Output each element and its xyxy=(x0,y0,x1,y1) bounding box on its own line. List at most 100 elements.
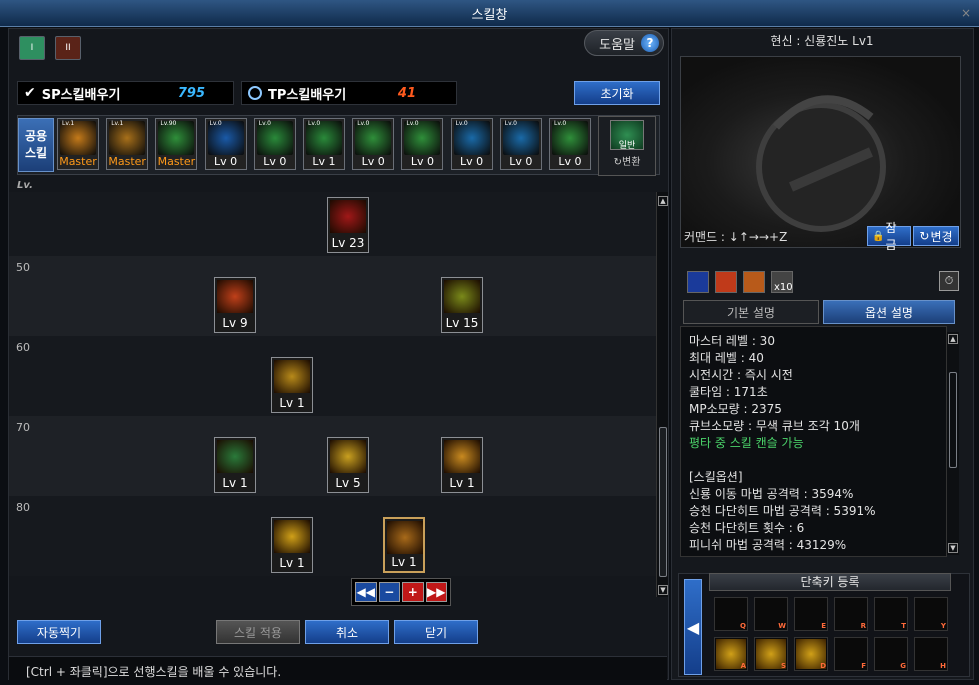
hotkey-slot[interactable]: F xyxy=(834,637,868,671)
description-scrollbar[interactable]: ▲ ▼ xyxy=(947,332,959,555)
scroll-up-icon[interactable]: ▲ xyxy=(948,334,958,344)
row-level: 80 xyxy=(16,501,30,514)
common-skill-slot[interactable]: Lv.90 Master xyxy=(155,118,198,170)
cancel-button[interactable]: 취소 xyxy=(305,620,389,644)
skill-command: 커맨드 : ↓↑→→+Z xyxy=(684,230,788,244)
scroll-thumb[interactable] xyxy=(659,427,667,577)
level-down-button[interactable]: − xyxy=(378,582,400,602)
skill-icon xyxy=(217,440,253,473)
common-skill-slot[interactable]: Lv.0 Lv 0 xyxy=(499,118,542,170)
lock-button[interactable]: 🔒 잠금 xyxy=(867,221,911,252)
skill-tag: Lv.1 xyxy=(62,120,75,127)
tree-row: 50 xyxy=(9,256,656,336)
common-skill-slot[interactable]: Lv.0 Lv 0 xyxy=(549,118,591,170)
common-skill-slot[interactable]: Lv.1 Master xyxy=(57,118,99,170)
scroll-up-icon[interactable]: ▲ xyxy=(658,196,668,206)
skill-node[interactable]: Lv 5 xyxy=(327,437,369,493)
circle-icon xyxy=(248,86,262,100)
lock-label: 잠금 xyxy=(885,221,897,252)
level-max-button[interactable]: ▶▶ xyxy=(425,582,447,602)
skill-level: Lv 0 xyxy=(558,155,582,168)
cube-count: x10 xyxy=(774,282,793,293)
hotkey-key: S xyxy=(780,662,786,670)
hotkey-key: T xyxy=(901,622,906,630)
sp-label: SP스킬배우기 xyxy=(41,87,121,103)
description-line: 평타 중 스킬 캔슬 가능 xyxy=(689,436,804,450)
common-skill-slot[interactable]: Lv.0 Lv 1 xyxy=(303,118,345,170)
skill-option-icon[interactable] xyxy=(743,271,765,293)
tab-option-description[interactable]: 옵션 설명 xyxy=(823,300,955,324)
hotkey-slot[interactable]: Y xyxy=(914,597,948,631)
hotkey-key: G xyxy=(900,662,906,670)
skill-tag: Lv.0 xyxy=(258,120,271,127)
skill-icon xyxy=(444,280,480,313)
skill-node[interactable]: Lv 1 xyxy=(271,517,313,573)
skill-tag: Lv.90 xyxy=(160,120,177,127)
hotkey-slot[interactable]: R xyxy=(834,597,868,631)
hotkey-slot[interactable]: E xyxy=(794,597,828,631)
stopwatch-icon[interactable]: ⏱ xyxy=(939,271,959,291)
skill-node[interactable]: Lv 15 xyxy=(441,277,483,333)
tab-skill-page-1[interactable]: I xyxy=(19,36,45,60)
tree-row: 60 xyxy=(9,336,656,416)
skill-option-icon[interactable] xyxy=(715,271,737,293)
skill-level: Lv 1 xyxy=(222,476,248,490)
hotkey-slot[interactable]: H xyxy=(914,637,948,671)
skill-tag: Lv.0 xyxy=(406,120,419,127)
common-skill-slot[interactable]: Lv.0 Lv 0 xyxy=(352,118,395,170)
convert-button[interactable]: 일반 ↻변환 xyxy=(598,116,656,176)
skill-option-icon[interactable] xyxy=(687,271,709,293)
skill-icon xyxy=(387,521,423,554)
skill-level: Lv 1 xyxy=(279,396,305,410)
question-icon: ? xyxy=(641,34,659,52)
common-skill-slot[interactable]: Lv.0 Lv 0 xyxy=(253,118,296,170)
hotkey-slot[interactable]: G xyxy=(874,637,908,671)
close-button[interactable]: 닫기 xyxy=(394,620,478,644)
hotkey-key: Y xyxy=(940,622,946,630)
help-button[interactable]: 도움말 ? xyxy=(584,30,664,56)
hotkey-collapse-button[interactable]: ◀ xyxy=(684,579,702,675)
close-icon[interactable]: × xyxy=(959,6,973,20)
level-min-button[interactable]: ◀◀ xyxy=(355,582,377,602)
help-label: 도움말 xyxy=(599,37,635,53)
scroll-down-icon[interactable]: ▼ xyxy=(948,543,958,553)
scroll-thumb[interactable] xyxy=(949,372,957,468)
skill-tag: Lv.0 xyxy=(554,120,567,127)
scroll-down-icon[interactable]: ▼ xyxy=(658,585,668,595)
skill-tree: 50 60 70 80 Lv 23 Lv 9 Lv 15 Lv 1 Lv 1 Lv 5 Lv… xyxy=(9,192,656,597)
hotkey-slot[interactable]: A xyxy=(714,637,748,671)
skill-level: Master xyxy=(108,155,146,168)
hotkey-slot[interactable]: S xyxy=(754,637,788,671)
hotkey-key: A xyxy=(740,662,746,670)
hotkey-slot[interactable]: W xyxy=(754,597,788,631)
reset-button[interactable]: 초기화 xyxy=(574,81,660,105)
level-up-button[interactable]: + xyxy=(402,582,424,602)
skill-node[interactable]: Lv 9 xyxy=(214,277,256,333)
skill-node[interactable]: Lv 1 xyxy=(383,517,425,573)
description-line: 큐브소모량 : 무색 큐브 조각 10개 xyxy=(689,419,860,433)
skill-tag: Lv.0 xyxy=(504,120,517,127)
sp-points: ✔ SP스킬배우기 795 xyxy=(17,81,234,105)
skill-node[interactable]: Lv 1 xyxy=(271,357,313,413)
description-line: 최대 레벨 : 40 xyxy=(689,351,764,365)
tree-scrollbar[interactable]: ▲ ▼ xyxy=(656,192,668,597)
skill-tag: Lv.0 xyxy=(308,120,321,127)
hotkey-slot[interactable]: T xyxy=(874,597,908,631)
hotkey-slot[interactable]: Q xyxy=(714,597,748,631)
auto-learn-button[interactable]: 자동찍기 xyxy=(17,620,101,644)
skill-node[interactable]: Lv 1 xyxy=(214,437,256,493)
common-skill-slot[interactable]: Lv.0 Lv 0 xyxy=(450,118,493,170)
skill-node[interactable]: Lv 1 xyxy=(441,437,483,493)
tab-skill-page-2[interactable]: II xyxy=(55,36,81,60)
common-skill-slot[interactable]: Lv.0 Lv 0 xyxy=(204,118,247,170)
skill-node[interactable]: Lv 23 xyxy=(327,197,369,253)
tab-basic-description[interactable]: 기본 설명 xyxy=(683,300,819,324)
common-skill-slot[interactable]: Lv.0 Lv 0 xyxy=(401,118,444,170)
tree-row: 80 xyxy=(9,496,656,576)
common-skill-slot[interactable]: Lv.1 Master xyxy=(106,118,149,170)
hotkey-slot[interactable]: D xyxy=(794,637,828,671)
apply-skill-button[interactable]: 스킬 적용 xyxy=(216,620,300,644)
skill-level: Lv 0 xyxy=(263,155,287,168)
change-button[interactable]: ↻ 변경 xyxy=(913,226,959,246)
description-line: 시전시간 : 즉시 시전 xyxy=(689,368,793,382)
